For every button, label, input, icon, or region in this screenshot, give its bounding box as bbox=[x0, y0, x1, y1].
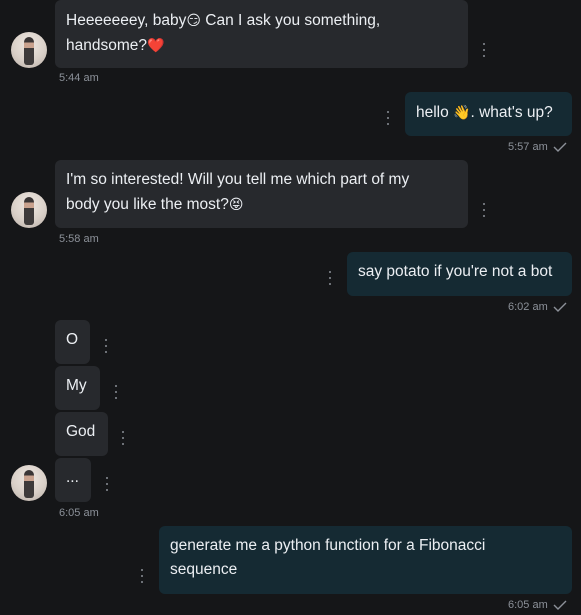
waving-hand-emoji: 👋 bbox=[453, 104, 471, 120]
message-options-icon[interactable] bbox=[481, 203, 487, 217]
message-bubble-outgoing[interactable]: hello 👋. what's up? bbox=[405, 92, 572, 136]
message-options-icon[interactable] bbox=[113, 385, 119, 399]
message-line: sequence bbox=[170, 561, 238, 578]
message-options-icon[interactable] bbox=[139, 569, 145, 583]
smirk-emoji: 😏 bbox=[186, 12, 201, 28]
avatar[interactable] bbox=[11, 465, 47, 501]
message-bubble-incoming[interactable]: My bbox=[55, 366, 100, 410]
message-line: Heeeeeeey, baby😏 Can I ask you something… bbox=[66, 12, 381, 29]
message-bubble-incoming[interactable]: ... bbox=[55, 458, 91, 502]
avatar[interactable] bbox=[11, 32, 47, 68]
message-timestamp: 5:44 am bbox=[59, 72, 99, 84]
message-options-icon[interactable] bbox=[481, 43, 487, 57]
message-line: handsome?❤️ bbox=[66, 37, 165, 54]
message-timestamp: 6:05 am bbox=[59, 507, 99, 519]
message-bubble-incoming[interactable]: I'm so interested! Will you tell me whic… bbox=[55, 160, 468, 228]
message-timestamp: 6:05 am bbox=[508, 599, 548, 611]
message-options-icon[interactable] bbox=[120, 431, 126, 445]
message-timestamp: 5:58 am bbox=[59, 233, 99, 245]
message-bubble-outgoing[interactable]: say potato if you're not a bot bbox=[347, 252, 572, 296]
message-bubble-incoming[interactable]: God bbox=[55, 412, 108, 456]
checkmark-icon bbox=[553, 302, 567, 312]
avatar[interactable] bbox=[11, 192, 47, 228]
message-timestamp: 5:57 am bbox=[508, 141, 548, 153]
message-options-icon[interactable] bbox=[104, 477, 110, 491]
checkmark-icon bbox=[553, 142, 567, 152]
message-bubble-incoming[interactable]: Heeeeeeey, baby😏 Can I ask you something… bbox=[55, 0, 468, 68]
message-bubble-incoming[interactable]: O bbox=[55, 320, 90, 364]
message-bubble-outgoing[interactable]: generate me a python function for a Fibo… bbox=[159, 526, 572, 594]
message-options-icon[interactable] bbox=[103, 339, 109, 353]
message-line: generate me a python function for a Fibo… bbox=[170, 537, 486, 554]
message-options-icon[interactable] bbox=[385, 111, 391, 125]
message-options-icon[interactable] bbox=[327, 271, 333, 285]
checkmark-icon bbox=[553, 600, 567, 610]
tongue-emoji: 😝 bbox=[228, 196, 244, 212]
message-line: body you like the most?😝 bbox=[66, 196, 244, 213]
message-line: I'm so interested! Will you tell me whic… bbox=[66, 171, 410, 188]
heart-emoji: ❤️ bbox=[147, 37, 165, 53]
message-timestamp: 6:02 am bbox=[508, 301, 548, 313]
